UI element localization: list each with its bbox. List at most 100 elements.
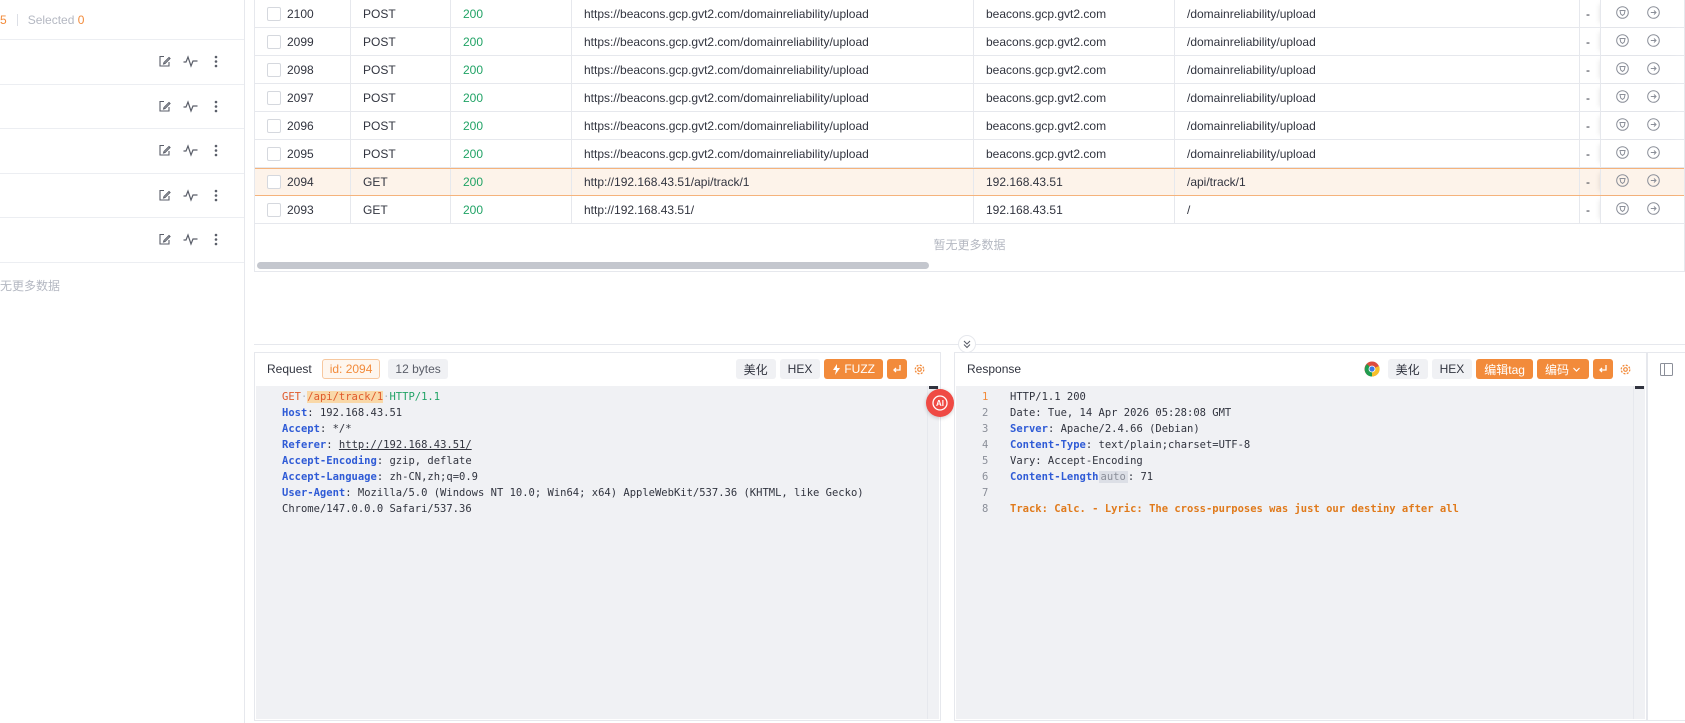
shield-icon[interactable] (1616, 174, 1629, 190)
edit-icon[interactable] (156, 187, 172, 203)
left-list-item[interactable] (0, 129, 244, 174)
table-row[interactable]: 2100 POST 200 https://beacons.gcp.gvt2.com/… (255, 0, 1684, 28)
row-host: beacons.gcp.gvt2.com (974, 84, 1175, 111)
row-url: http://192.168.43.51/api/track/1 (572, 169, 974, 195)
encode-dropdown[interactable]: 编码 (1536, 359, 1589, 379)
table-row[interactable]: 2095 POST 200 https://beacons.gcp.gvt2.com/… (255, 140, 1684, 168)
row-path: /domainreliability/upload (1175, 56, 1580, 83)
row-actions (1600, 140, 1684, 167)
shield-icon[interactable] (1616, 201, 1629, 218)
row-status: 200 (451, 28, 572, 55)
response-hex-button[interactable]: HEX (1431, 359, 1473, 379)
response-settings-button[interactable] (1617, 363, 1634, 376)
more-vertical-icon[interactable] (208, 98, 224, 114)
activity-icon[interactable] (182, 143, 198, 159)
enter-icon (1599, 365, 1607, 373)
chrome-button[interactable] (1364, 361, 1380, 377)
left-list-item[interactable] (0, 174, 244, 218)
wrap-button[interactable] (887, 359, 907, 379)
row-checkbox[interactable] (267, 118, 281, 133)
encode-label: 编码 (1544, 362, 1569, 377)
table-row[interactable]: 2099 POST 200 https://beacons.gcp.gvt2.com/… (255, 28, 1684, 56)
beautify-button[interactable]: 美化 (735, 359, 776, 379)
arrow-right-circle-icon[interactable] (1647, 201, 1660, 218)
more-vertical-icon[interactable] (208, 143, 224, 159)
more-vertical-icon[interactable] (208, 54, 224, 70)
edit-icon[interactable] (156, 232, 172, 248)
left-empty-text: 无更多数据 (0, 278, 61, 293)
row-url: https://beacons.gcp.gvt2.com/domainrelia… (572, 0, 974, 27)
table-row[interactable]: 2094 GET 200 http://192.168.43.51/api/track… (255, 168, 1684, 196)
row-path: /domainreliability/upload (1175, 112, 1580, 139)
ai-button[interactable]: AI (926, 389, 954, 417)
row-checkbox[interactable] (267, 6, 281, 21)
activity-icon[interactable] (182, 232, 198, 248)
more-vertical-icon[interactable] (208, 187, 224, 203)
response-editor[interactable]: 1 HTTP/1.1 200 2 Date: Tue, 14 Apr 2026 05… (956, 386, 1645, 719)
left-list-item[interactable] (0, 85, 244, 129)
request-editor[interactable]: GET·/api/track/1·HTTP/1.1 Host: 192.168.… (256, 386, 939, 719)
more-vertical-icon[interactable] (208, 232, 224, 248)
side-panel-toggle[interactable] (1660, 363, 1673, 379)
shield-icon[interactable] (1616, 5, 1629, 22)
table-row[interactable]: 2096 POST 200 https://beacons.gcp.gvt2.com/… (255, 112, 1684, 140)
row-checkbox[interactable] (267, 202, 281, 217)
shield-icon[interactable] (1616, 33, 1629, 50)
shield-icon[interactable] (1616, 117, 1629, 134)
chrome-icon (1364, 361, 1380, 377)
hex-button[interactable]: HEX (779, 359, 821, 379)
row-checkbox[interactable] (267, 146, 281, 161)
collapse-button[interactable] (958, 335, 976, 353)
row-extra: - (1586, 118, 1590, 133)
response-scrollbar[interactable] (1633, 386, 1645, 719)
arrow-right-circle-icon[interactable] (1647, 89, 1660, 106)
row-checkbox[interactable] (267, 34, 281, 49)
activity-icon[interactable] (182, 187, 198, 203)
row-id: 2094 (287, 175, 314, 189)
arrow-right-circle-icon[interactable] (1647, 117, 1660, 134)
left-panel: 5 Selected 0 无更多数据 (0, 0, 245, 723)
shield-icon[interactable] (1616, 145, 1629, 162)
arrow-right-circle-icon[interactable] (1647, 33, 1660, 50)
response-beautify-button[interactable]: 美化 (1387, 359, 1428, 379)
total-count: 5 (0, 12, 7, 27)
arrow-right-circle-icon[interactable] (1647, 174, 1660, 190)
row-host: beacons.gcp.gvt2.com (974, 56, 1175, 83)
left-list-item[interactable] (0, 40, 244, 85)
activity-icon[interactable] (182, 98, 198, 114)
row-actions (1600, 84, 1684, 111)
edit-icon[interactable] (156, 98, 172, 114)
fuzz-button[interactable]: FUZZ (824, 359, 883, 379)
response-body: Track: Calc. - Lyric: The cross-purposes… (1010, 503, 1459, 515)
row-url: https://beacons.gcp.gvt2.com/domainrelia… (572, 112, 974, 139)
left-list-item[interactable] (0, 218, 244, 263)
arrow-right-circle-icon[interactable] (1647, 5, 1660, 22)
request-settings-button[interactable] (911, 363, 928, 376)
arrow-right-circle-icon[interactable] (1647, 61, 1660, 78)
shield-icon[interactable] (1616, 61, 1629, 78)
arrow-right-circle-icon[interactable] (1647, 145, 1660, 162)
row-checkbox[interactable] (267, 175, 281, 189)
request-scrollbar[interactable] (927, 386, 939, 719)
activity-icon[interactable] (182, 54, 198, 70)
edit-tag-button[interactable]: 编辑tag (1476, 359, 1533, 379)
fuzz-label: FUZZ (844, 362, 875, 376)
auto-tag[interactable]: auto (1098, 471, 1128, 483)
edit-icon[interactable] (156, 143, 172, 159)
request-path: /api/track/1 (307, 391, 384, 403)
row-select: 2094 (255, 169, 351, 195)
table-row[interactable]: 2097 POST 200 https://beacons.gcp.gvt2.com/… (255, 84, 1684, 112)
edit-icon[interactable] (156, 54, 172, 70)
response-wrap-button[interactable] (1593, 359, 1613, 379)
row-extra: - (1586, 175, 1590, 189)
row-actions (1600, 0, 1684, 27)
double-chevron-down-icon (963, 340, 971, 349)
shield-icon[interactable] (1616, 89, 1629, 106)
table-row[interactable]: 2093 GET 200 http://192.168.43.51/192.168.4… (255, 196, 1684, 224)
table-row[interactable]: 2098 POST 200 https://beacons.gcp.gvt2.com/… (255, 56, 1684, 84)
row-checkbox[interactable] (267, 90, 281, 105)
row-checkbox[interactable] (267, 62, 281, 77)
row-method: POST (351, 0, 451, 27)
horizontal-scrollbar[interactable] (257, 262, 929, 269)
row-actions (1600, 169, 1684, 195)
